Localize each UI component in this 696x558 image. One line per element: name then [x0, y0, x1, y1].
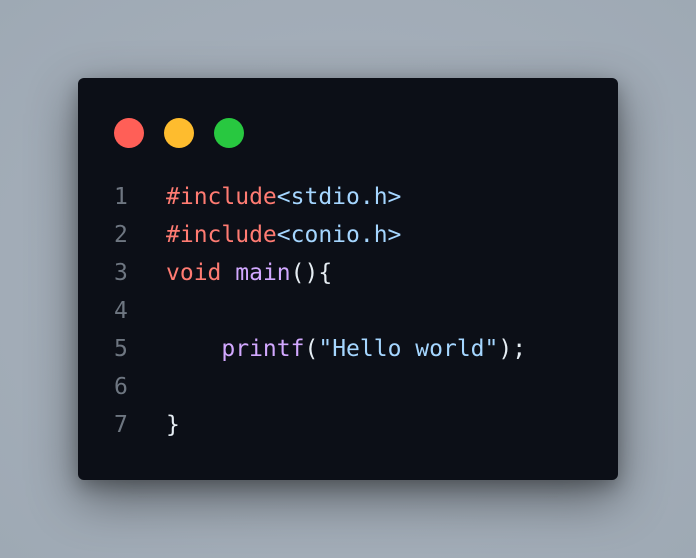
code-text: void main(){ [166, 254, 332, 292]
code-token-punct [221, 260, 235, 286]
code-token-header: <stdio.h> [276, 184, 402, 210]
code-line: 7} [78, 406, 618, 444]
code-token-func: main [235, 260, 291, 286]
code-text: #include<conio.h> [166, 216, 401, 254]
line-number: 3 [114, 260, 128, 286]
window-controls [114, 118, 244, 148]
code-text: printf("Hello world"); [166, 330, 526, 368]
code-token-header: <conio.h> [276, 222, 402, 248]
code-line: 2 #include<conio.h> [78, 216, 618, 254]
line-number: 2 [114, 222, 128, 248]
code-window: 1 #include<stdio.h> 2 #include<conio.h> 3 voi… [78, 78, 618, 480]
code-line: 5 printf("Hello world"); [78, 330, 618, 368]
code-line: 4 [78, 292, 618, 330]
code-token-punct [166, 336, 221, 362]
code-text: } [166, 406, 180, 444]
code-token-punct: ( [304, 336, 319, 362]
code-token-string: "Hello world" [318, 336, 499, 362]
close-icon[interactable] [114, 118, 144, 148]
code-token-keyword: void [166, 260, 222, 286]
code-token-punct: ); [498, 336, 527, 362]
line-number: 6 [114, 374, 128, 400]
code-token-keyword: #include [166, 222, 277, 248]
code-block: 1 #include<stdio.h> 2 #include<conio.h> 3 voi… [78, 178, 618, 444]
line-number: 7 [114, 412, 128, 438]
code-token-keyword: #include [166, 184, 277, 210]
line-number: 5 [114, 336, 128, 362]
code-line: 1 #include<stdio.h> [78, 178, 618, 216]
code-token-punct: (){ [290, 260, 333, 286]
line-number: 1 [114, 184, 128, 210]
maximize-icon[interactable] [214, 118, 244, 148]
code-text: #include<stdio.h> [166, 178, 401, 216]
code-line: 6 [78, 368, 618, 406]
code-token-punct: } [166, 412, 180, 438]
code-line: 3 void main(){ [78, 254, 618, 292]
minimize-icon[interactable] [164, 118, 194, 148]
code-token-func: printf [221, 336, 305, 362]
line-number: 4 [114, 298, 128, 324]
